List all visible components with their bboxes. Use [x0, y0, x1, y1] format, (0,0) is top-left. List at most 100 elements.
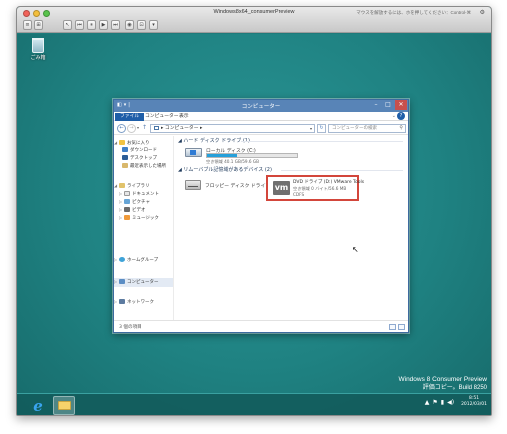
- watermark-product: Windows 8 Consumer Preview: [398, 376, 487, 383]
- recycle-bin-label: ごみ箱: [30, 55, 46, 61]
- library-button[interactable]: ≡: [23, 20, 32, 30]
- show-hidden-icons-icon[interactable]: ▲: [425, 399, 430, 406]
- up-button[interactable]: ↑: [142, 124, 147, 131]
- expand-ribbon-icon[interactable]: ⌄: [392, 113, 396, 119]
- windows-desktop[interactable]: ごみ箱 ◧ ▾ | コンピューター – □ ✕ ファイル コンピューター 表示 …: [17, 34, 491, 415]
- homegroup-icon: [119, 257, 125, 262]
- snapshot-button[interactable]: ⊞: [34, 20, 43, 30]
- nav-label: 最近表示した場所: [130, 164, 166, 169]
- recent-locations-icon[interactable]: ▾: [137, 125, 139, 130]
- status-bar: 3 個の項目: [114, 320, 408, 332]
- mouse-cursor-icon: ↖: [352, 245, 359, 254]
- nav-label: ミュージック: [132, 216, 159, 221]
- watermark-build: 評価コピー。Build 8250: [422, 385, 487, 391]
- close-button[interactable]: ✕: [395, 100, 407, 110]
- nav-item-desktop[interactable]: デスクトップ: [122, 155, 157, 163]
- explorer-titlebar[interactable]: ◧ ▾ | コンピューター – □ ✕: [114, 100, 408, 112]
- content-pane[interactable]: ◢ ハード ディスク ドライブ (1) ローカル ディスク (C:) 空き領域 …: [175, 136, 409, 320]
- section-removable[interactable]: ◢ リムーバブル記憶域があるデバイス (2): [178, 166, 272, 174]
- drive-filesystem: CDFS: [293, 192, 305, 197]
- large-icons-view-button[interactable]: [398, 324, 405, 330]
- ribbon-tabs: ファイル コンピューター 表示 ⌄ ?: [114, 112, 408, 121]
- desktop-icon: [122, 155, 128, 160]
- back-button[interactable]: ←: [117, 124, 126, 133]
- minimize-button[interactable]: –: [370, 100, 382, 110]
- maximize-button[interactable]: □: [382, 100, 394, 110]
- nav-item-music[interactable]: ▷ ミュージック: [119, 214, 159, 222]
- host-vm-window: Windows8x64_consumerPreview マウスを解放するには、ホ…: [16, 6, 492, 416]
- pointer-mode-button[interactable]: ↖: [63, 20, 72, 30]
- address-bar[interactable]: ▸ コンピューター ▸ ▾: [150, 124, 315, 133]
- file-explorer-taskbar-icon[interactable]: [53, 396, 75, 415]
- navigation-bar: ← → ▾ ↑ ▸ コンピューター ▸ ▾ ↻ コンピューターの検索 ⚲: [114, 122, 408, 135]
- nav-item-favorites[interactable]: ◢ お気に入り: [114, 139, 150, 147]
- pause-button[interactable]: ⏸: [87, 20, 96, 30]
- section-divider: [241, 141, 403, 142]
- details-view-button[interactable]: [389, 324, 396, 330]
- volume-icon[interactable]: ◀): [447, 399, 454, 406]
- build-watermark: Windows 8 Consumer Preview 評価コピー。Build 8…: [398, 376, 487, 392]
- nav-item-recent[interactable]: 最近表示した場所: [122, 163, 166, 171]
- forward-button[interactable]: ⏭: [111, 20, 120, 30]
- refresh-button[interactable]: ↻: [317, 124, 326, 133]
- system-tray: ▲ ⚑ ▮ ◀) 8:51 2012/03/01: [425, 396, 487, 408]
- nav-item-computer[interactable]: ▷ コンピューター: [114, 278, 159, 286]
- clock-date: 2012/03/01: [461, 402, 487, 407]
- recent-places-icon: [122, 163, 128, 168]
- forward-nav-button[interactable]: →: [127, 124, 136, 133]
- disk-usage-fill: [207, 154, 237, 157]
- drive-slot: [188, 186, 198, 187]
- tab-view[interactable]: 表示: [174, 113, 194, 121]
- nav-label: ダウンロード: [130, 148, 157, 153]
- recycle-bin-shortcut[interactable]: ごみ箱: [23, 38, 53, 61]
- play-button[interactable]: ▶: [99, 20, 108, 30]
- library-icon: [119, 183, 125, 188]
- music-icon: [124, 215, 130, 220]
- item-count: 3 個の項目: [119, 325, 142, 330]
- nav-label: お気に入り: [127, 141, 150, 146]
- vmware-icon: vm: [273, 181, 290, 195]
- nav-label: コンピューター: [127, 280, 159, 285]
- nav-label: ライブラリ: [127, 184, 150, 189]
- hard-drive-icon: [185, 148, 202, 157]
- nav-item-videos[interactable]: ▷ ビデオ: [119, 206, 146, 214]
- gear-icon[interactable]: ⚙: [480, 9, 485, 16]
- help-icon[interactable]: ?: [397, 112, 405, 120]
- network-status-icon[interactable]: ▮: [441, 399, 444, 406]
- fullscreen-button[interactable]: ⊡: [137, 20, 146, 30]
- search-input[interactable]: コンピューターの検索 ⚲: [328, 124, 406, 133]
- explorer-window: ◧ ▾ | コンピューター – □ ✕ ファイル コンピューター 表示 ⌄ ? …: [113, 99, 409, 333]
- search-icon[interactable]: ⚲: [399, 125, 403, 132]
- clock[interactable]: 8:51 2012/03/01: [461, 396, 487, 408]
- section-hard-disks[interactable]: ◢ ハード ディスク ドライブ (1): [178, 137, 250, 145]
- windows-logo-icon: [190, 150, 196, 155]
- nav-label: ビデオ: [132, 208, 146, 213]
- nav-item-downloads[interactable]: ダウンロード: [122, 147, 157, 155]
- documents-icon: [124, 191, 130, 196]
- nav-item-documents[interactable]: ▷ ドキュメント: [119, 190, 159, 198]
- nav-item-homegroup[interactable]: ▷ ホームグループ: [114, 256, 158, 264]
- computer-icon: [154, 125, 159, 130]
- pictures-icon: [124, 199, 130, 204]
- action-center-icon[interactable]: ⚑: [432, 399, 437, 406]
- explorer-title: コンピューター: [241, 104, 281, 110]
- drive-free-space: 空き領域 40.1 GB/59.6 GB: [206, 159, 260, 164]
- more-dropdown-button[interactable]: ▾: [149, 20, 158, 30]
- drive-dvd-selected[interactable]: vm DVD ドライブ (D:) VMware Tools 空き領域 0 バイト…: [266, 175, 364, 201]
- folder-icon: [57, 401, 71, 410]
- nav-label: ドキュメント: [132, 192, 159, 197]
- computer-icon: [119, 279, 125, 284]
- rewind-button[interactable]: ⏮: [75, 20, 84, 30]
- host-release-hint: マウスを解放するには、ホを押してください：Control-⌘: [356, 10, 471, 15]
- nav-label: ネットワーク: [127, 300, 154, 305]
- address-dropdown-icon[interactable]: ▾: [310, 125, 312, 132]
- taskbar: e ▲ ⚑ ▮ ◀) 8:51 2012/03/01: [17, 393, 491, 415]
- nav-item-network[interactable]: ▷ ネットワーク: [114, 298, 154, 306]
- record-button[interactable]: ◉: [125, 20, 134, 30]
- nav-item-libraries[interactable]: ◢ ライブラリ: [114, 182, 150, 190]
- recycle-bin-icon: [32, 38, 44, 53]
- navigation-pane: ◢ お気に入り ダウンロード デスクトップ 最近表示した場所 ◢ ライブラリ ▷ ドキ…: [114, 136, 174, 320]
- nav-item-pictures[interactable]: ▷ ピクチャ: [119, 198, 150, 206]
- videos-icon: [124, 207, 130, 212]
- internet-explorer-icon[interactable]: e: [27, 396, 49, 415]
